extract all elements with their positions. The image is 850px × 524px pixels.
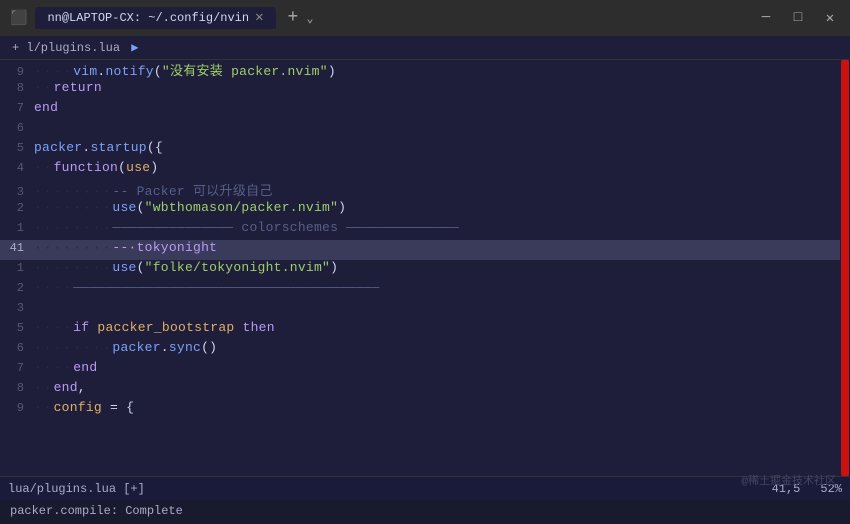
code-line: 5 ····if paccker_bootstrap then — [0, 320, 840, 340]
code-line: 2 ····——————————————————————————————————… — [0, 280, 840, 300]
code-line: 8 ··return — [0, 80, 840, 100]
statusbar-file: lua/plugins.lua [+] — [8, 482, 145, 496]
titlebar: ⬛ nn@LAPTOP-CX: ~/.config/nvin ✕ + ⌄ ─ □… — [0, 0, 850, 36]
code-line: 9 ····vim.notify("没有安装 packer.nvim") — [0, 60, 840, 80]
output-text: packer.compile: Complete — [10, 504, 183, 518]
line-number: 9 — [0, 65, 34, 79]
line-content: ··end, — [34, 380, 840, 395]
line-content: ··function(use) — [34, 160, 840, 175]
code-line: 2 ········use("wbthomason/packer.nvim") — [0, 200, 840, 220]
code-line: 7 ····end — [0, 360, 840, 380]
line-content — [34, 300, 840, 315]
line-content: ··return — [34, 80, 840, 95]
code-line: 8 ··end, — [0, 380, 840, 400]
line-content: ········-- Packer 可以升级自己 — [34, 180, 840, 199]
line-content: ····end — [34, 360, 840, 375]
minimize-button[interactable]: ─ — [756, 10, 776, 26]
line-content: ········--·tokyonight — [34, 240, 840, 255]
line-content: ········packer.sync() — [34, 340, 840, 355]
watermark: @稀土掘金技术社区 — [741, 472, 836, 488]
line-number: 3 — [0, 301, 34, 315]
line-number: 7 — [0, 101, 34, 115]
line-content — [34, 120, 840, 135]
filepath-text: + l/plugins.lua — [12, 41, 120, 55]
code-area[interactable]: 9 ····vim.notify("没有安装 packer.nvim") 8 ·… — [0, 60, 840, 476]
close-button[interactable]: ✕ — [820, 10, 840, 27]
code-line-active: 41 ········--·tokyonight — [0, 240, 840, 260]
line-content: ····vim.notify("没有安装 packer.nvim") — [34, 60, 840, 79]
line-number: 5 — [0, 321, 34, 335]
line-number: 1 — [0, 221, 34, 235]
code-line: 3 — [0, 300, 840, 320]
line-content: ········——————————————— colorschemes ———… — [34, 220, 840, 235]
tab-dropdown-button[interactable]: ⌄ — [306, 11, 313, 26]
code-line: 1 ········——————————————— colorschemes —… — [0, 220, 840, 240]
line-number: 1 — [0, 261, 34, 275]
line-number: 6 — [0, 341, 34, 355]
line-content: ····if paccker_bootstrap then — [34, 320, 840, 335]
line-number: 8 — [0, 381, 34, 395]
line-number: 2 — [0, 201, 34, 215]
active-tab[interactable]: nn@LAPTOP-CX: ~/.config/nvin ✕ — [35, 7, 275, 29]
line-number: 5 — [0, 141, 34, 155]
line-number: 2 — [0, 281, 34, 295]
line-content: ····————————————————————————————————————… — [34, 280, 840, 295]
statusbar: lua/plugins.lua [+] 41,5 52% — [0, 476, 850, 500]
line-content: ··config = { — [34, 400, 840, 415]
window-controls: ─ □ ✕ — [756, 10, 840, 27]
line-content: packer.startup({ — [34, 140, 840, 155]
tab-label: nn@LAPTOP-CX: ~/.config/nvin — [47, 11, 249, 25]
filepath-bar: + l/plugins.lua ▶ — [0, 36, 850, 60]
line-content: ········use("wbthomason/packer.nvim") — [34, 200, 840, 215]
line-number: 8 — [0, 81, 34, 95]
scrollbar[interactable] — [840, 60, 850, 476]
maximize-button[interactable]: □ — [788, 10, 808, 26]
line-content: end — [34, 100, 840, 115]
editor[interactable]: 9 ····vim.notify("没有安装 packer.nvim") 8 ·… — [0, 60, 850, 476]
output-bar: packer.compile: Complete — [0, 500, 850, 524]
line-number: 6 — [0, 121, 34, 135]
code-line: 6 — [0, 120, 840, 140]
code-line: 3 ········-- Packer 可以升级自己 — [0, 180, 840, 200]
terminal-icon: ⬛ — [10, 10, 27, 27]
code-line: 4 ··function(use) — [0, 160, 840, 180]
line-number: 4 — [0, 161, 34, 175]
line-number: 3 — [0, 185, 34, 199]
line-number-active: 41 — [0, 241, 34, 255]
scrollbar-thumb — [841, 60, 849, 476]
code-line: 5 packer.startup({ — [0, 140, 840, 160]
line-number: 9 — [0, 401, 34, 415]
code-line: 9 ··config = { — [0, 400, 840, 420]
line-content: ········use("folke/tokyonight.nvim") — [34, 260, 840, 275]
code-line: 1 ········use("folke/tokyonight.nvim") — [0, 260, 840, 280]
tab-close-icon[interactable]: ✕ — [255, 11, 263, 25]
new-tab-button[interactable]: + — [288, 8, 299, 28]
code-line: 7 end — [0, 100, 840, 120]
line-number: 7 — [0, 361, 34, 375]
code-line: 6 ········packer.sync() — [0, 340, 840, 360]
modified-indicator: ▶ — [131, 41, 138, 55]
